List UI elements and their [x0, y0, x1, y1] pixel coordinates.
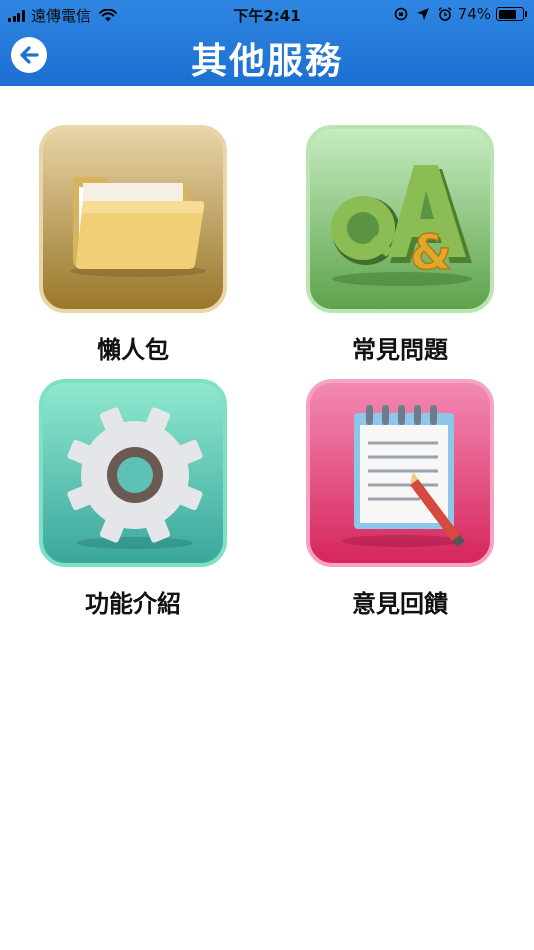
folder-icon	[70, 177, 206, 277]
alarm-icon	[438, 7, 452, 21]
status-bar: 遠傳電信 下午2:41 74%	[0, 0, 534, 28]
menu-label-lazy-pack: 懶人包	[97, 336, 169, 364]
menu-label-feedback: 意見回饋	[352, 590, 448, 618]
page-title: 其他服務	[190, 41, 343, 82]
header-bar: 遠傳電信 下午2:41 74% 其他服務	[0, 0, 534, 86]
notepad-pencil-icon	[342, 405, 465, 547]
location-icon	[416, 8, 429, 20]
menu-item-features[interactable]	[39, 379, 227, 567]
menu-item-lazy-pack[interactable]	[39, 125, 227, 313]
status-right: 74%	[394, 5, 527, 23]
svg-text:&: &	[410, 225, 452, 281]
battery-percent: 74%	[457, 5, 491, 23]
menu-item-faq[interactable]: &	[306, 125, 494, 313]
menu-label-features: 功能介紹	[85, 590, 181, 618]
orientation-lock-icon	[394, 7, 407, 21]
gear-icon	[67, 407, 203, 549]
battery-icon	[496, 7, 527, 21]
qa-icon: &	[331, 165, 472, 286]
menu-label-faq: 常見問題	[352, 336, 448, 364]
menu-item-feedback[interactable]	[306, 379, 494, 567]
